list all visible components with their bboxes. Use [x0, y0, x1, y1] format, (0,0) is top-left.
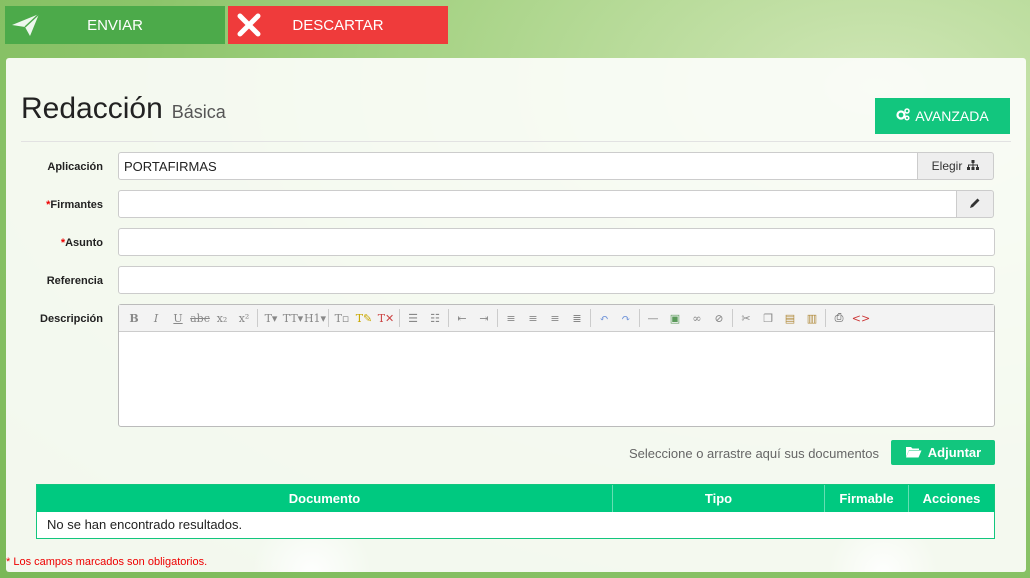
- send-label: ENVIAR: [87, 16, 143, 34]
- heading-icon[interactable]: H1▾: [304, 307, 326, 329]
- advanced-label: AVANZADA: [915, 108, 989, 124]
- bulleted-list-icon[interactable]: ☰: [402, 307, 424, 329]
- toolbar-separator: [448, 309, 449, 327]
- underline-icon[interactable]: U: [167, 307, 189, 329]
- discard-label: DESCARTAR: [292, 16, 384, 34]
- remove-format-icon[interactable]: T✕: [375, 307, 397, 329]
- edit-signers-button[interactable]: [956, 190, 994, 218]
- highlight-icon[interactable]: T✎: [353, 307, 375, 329]
- toolbar-separator: [639, 309, 640, 327]
- cut-icon[interactable]: ✂: [735, 307, 757, 329]
- folder-open-icon: [905, 445, 922, 461]
- outdent-icon[interactable]: ⇤: [451, 307, 473, 329]
- image-icon[interactable]: ▣: [664, 307, 686, 329]
- reference-field[interactable]: [118, 266, 995, 294]
- toolbar-separator: [590, 309, 591, 327]
- signers-field[interactable]: [118, 190, 957, 218]
- copy-icon[interactable]: ❐: [757, 307, 779, 329]
- numbered-list-icon[interactable]: ☷: [424, 307, 446, 329]
- page-header: Redacción Básica: [21, 92, 226, 126]
- close-icon: [228, 6, 270, 44]
- toolbar-separator: [825, 309, 826, 327]
- description-editor: B I U abc x₂ x² T▾ TT▾ H1▾ T▫ T✎ T✕ ☰ ☷ …: [118, 304, 995, 427]
- attach-button[interactable]: Adjuntar: [891, 440, 995, 465]
- documents-table: Documento Tipo Firmable Acciones No se h…: [36, 484, 995, 539]
- paste-text-icon[interactable]: ▥: [801, 307, 823, 329]
- font-icon[interactable]: T▾: [260, 307, 282, 329]
- page-title: Redacción: [21, 92, 163, 125]
- discard-button[interactable]: DESCARTAR: [228, 6, 448, 44]
- table-header: Documento Tipo Firmable Acciones: [37, 485, 994, 512]
- subject-field[interactable]: [118, 228, 995, 256]
- align-center-icon[interactable]: ≡: [522, 307, 544, 329]
- toolbar-separator: [497, 309, 498, 327]
- link-icon[interactable]: ∞: [686, 307, 708, 329]
- column-header-signable[interactable]: Firmable: [825, 485, 909, 512]
- empty-results-row: No se han encontrado resultados.: [47, 517, 243, 532]
- cogs-icon: [896, 108, 911, 124]
- reference-label: Referencia: [46, 275, 103, 287]
- pencil-icon: [969, 197, 981, 212]
- page-subtitle: Básica: [171, 102, 226, 122]
- toolbar-separator: [328, 309, 329, 327]
- strikethrough-icon[interactable]: abc: [189, 307, 211, 329]
- font-size-icon[interactable]: TT▾: [282, 307, 304, 329]
- column-header-actions: Acciones: [922, 491, 981, 506]
- required-fields-note: * Los campos marcados son obligatorios.: [6, 556, 208, 568]
- unlink-icon[interactable]: ⊘: [708, 307, 730, 329]
- choose-application-button[interactable]: Elegir: [917, 152, 994, 180]
- horizontal-rule-icon[interactable]: —: [642, 307, 664, 329]
- editor-toolbar: B I U abc x₂ x² T▾ TT▾ H1▾ T▫ T✎ T✕ ☰ ☷ …: [119, 305, 994, 332]
- top-action-bar: ENVIAR DESCARTAR: [5, 6, 448, 44]
- undo-icon[interactable]: ↶: [593, 307, 615, 329]
- paper-plane-icon: [5, 6, 47, 44]
- attach-label: Adjuntar: [927, 445, 982, 460]
- paste-icon[interactable]: ▤: [779, 307, 801, 329]
- application-label: Aplicación: [47, 161, 103, 173]
- description-label: Descripción: [40, 313, 103, 325]
- compose-panel: Redacción Básica AVANZADA Aplicación POR…: [6, 58, 1026, 572]
- redo-icon[interactable]: ↷: [615, 307, 637, 329]
- toolbar-separator: [257, 309, 258, 327]
- signers-label: *Firmantes: [6, 199, 103, 211]
- source-icon[interactable]: <>: [850, 307, 872, 329]
- advanced-button[interactable]: AVANZADA: [875, 98, 1010, 134]
- subject-label-text: Asunto: [65, 237, 103, 249]
- send-button[interactable]: ENVIAR: [5, 6, 225, 44]
- column-header-document[interactable]: Documento: [37, 485, 613, 512]
- superscript-icon[interactable]: x²: [233, 307, 255, 329]
- drop-zone-text: Seleccione o arrastre aquí sus documento…: [629, 446, 880, 461]
- application-field[interactable]: PORTAFIRMAS: [118, 152, 918, 180]
- format-icon[interactable]: T▫: [331, 307, 353, 329]
- print-icon[interactable]: ⎙: [828, 307, 850, 329]
- sitemap-icon: [967, 159, 980, 173]
- justify-icon[interactable]: ≣: [566, 307, 588, 329]
- align-left-icon[interactable]: ≡: [500, 307, 522, 329]
- indent-icon[interactable]: ⇥: [473, 307, 495, 329]
- italic-icon[interactable]: I: [145, 307, 167, 329]
- column-header-type[interactable]: Tipo: [613, 485, 825, 512]
- toolbar-separator: [732, 309, 733, 327]
- subscript-icon[interactable]: x₂: [211, 307, 233, 329]
- toolbar-separator: [399, 309, 400, 327]
- header-divider: [21, 141, 1011, 142]
- choose-label: Elegir: [931, 159, 963, 173]
- subject-label: *Asunto: [6, 237, 103, 249]
- bold-icon[interactable]: B: [123, 307, 145, 329]
- align-right-icon[interactable]: ≡: [544, 307, 566, 329]
- signers-label-text: Firmantes: [50, 199, 103, 211]
